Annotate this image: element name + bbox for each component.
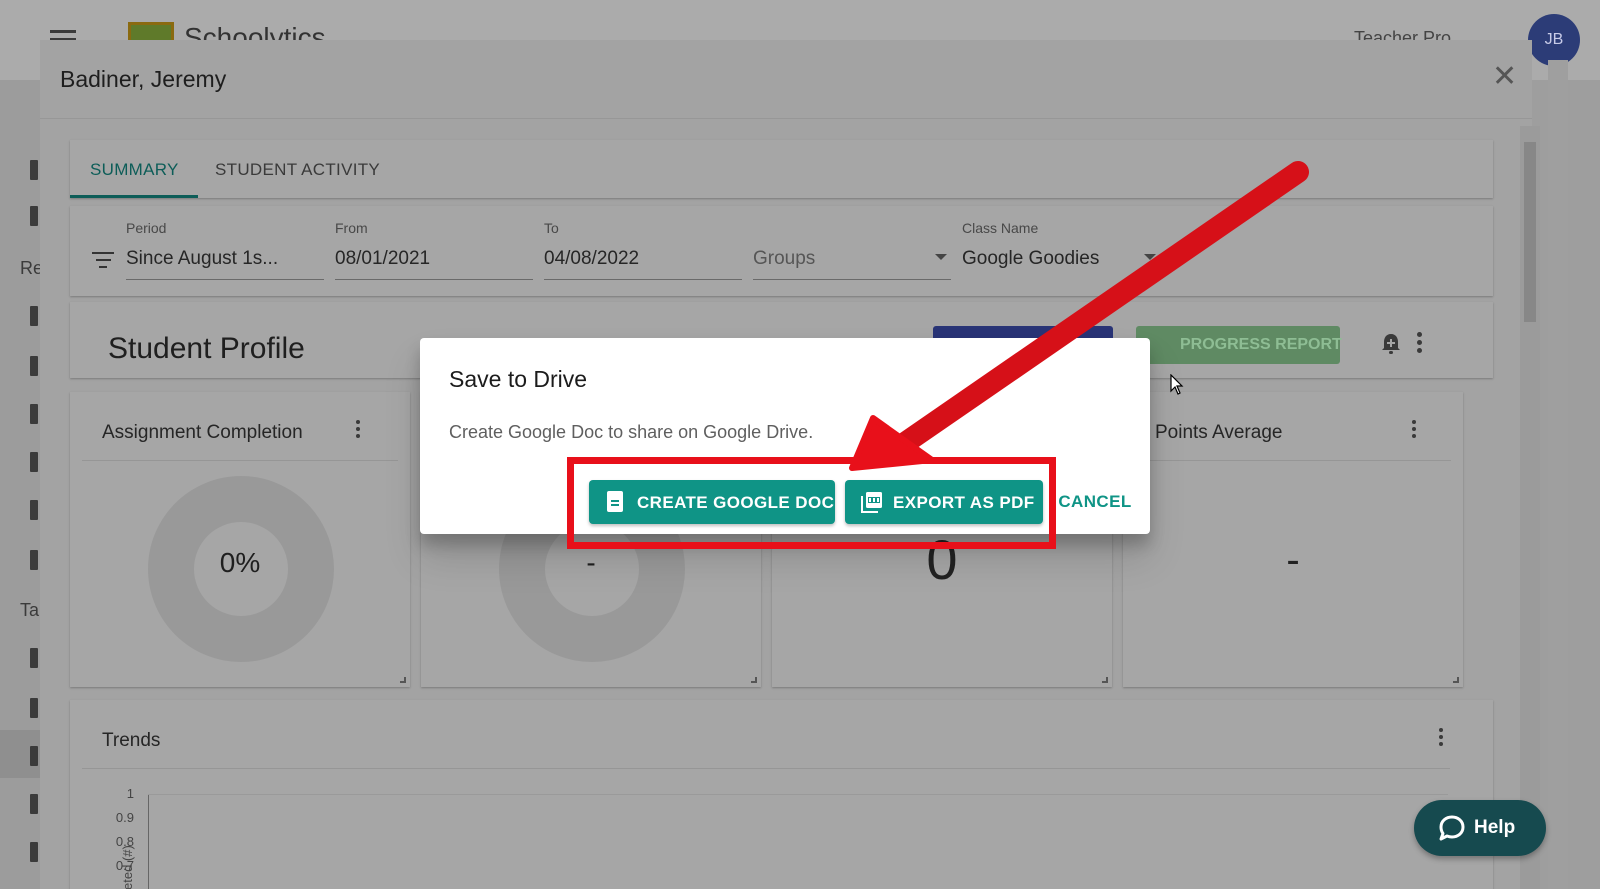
y-tick-label: 0.9 xyxy=(115,810,134,825)
more-vert-icon[interactable] xyxy=(356,420,362,442)
more-vert-icon[interactable] xyxy=(1417,332,1423,354)
chevron-down-icon xyxy=(1144,254,1156,260)
y-axis-label: eted (#) xyxy=(120,845,135,889)
resize-handle[interactable] xyxy=(1102,677,1108,683)
points-average-value: - xyxy=(1286,538,1300,582)
to-date-field[interactable]: To 04/08/2022 xyxy=(544,220,742,280)
card-title: Points Average xyxy=(1155,422,1283,443)
dialog-title: Save to Drive xyxy=(449,366,588,392)
points-average-card: Points Average - xyxy=(1123,392,1463,687)
to-label: To xyxy=(544,220,559,236)
help-label: Help xyxy=(1474,817,1516,838)
rail-nav-icon[interactable] xyxy=(30,206,38,226)
avatar[interactable]: JB xyxy=(1528,14,1580,66)
y-tick-label: 1 xyxy=(126,786,134,801)
dialog-message: Create Google Doc to share on Google Dri… xyxy=(449,422,814,442)
tab-student-activity[interactable]: STUDENT ACTIVITY xyxy=(215,160,380,180)
from-label: From xyxy=(335,220,368,236)
bell-plus-icon[interactable] xyxy=(1380,332,1402,356)
progress-report-button[interactable]: PROGRESS REPORT xyxy=(1136,326,1342,364)
student-name-title: Badiner, Jeremy xyxy=(60,66,227,92)
card-title: Trends xyxy=(102,730,161,751)
from-value: 08/01/2021 xyxy=(335,248,431,269)
divider xyxy=(82,768,1450,769)
rail-nav-icon[interactable] xyxy=(30,746,38,766)
period-value: Since August 1s... xyxy=(126,248,279,269)
y-axis xyxy=(148,794,149,889)
more-vert-icon[interactable] xyxy=(1439,728,1445,750)
rail-nav-icon[interactable] xyxy=(30,648,38,668)
chat-bubble-icon xyxy=(1439,815,1465,841)
rail-nav-icon[interactable] xyxy=(30,842,38,862)
help-button[interactable]: Help xyxy=(1414,800,1546,856)
modal-scrollbar[interactable] xyxy=(1520,126,1540,889)
annotation-highlight-box xyxy=(567,457,1056,549)
divider xyxy=(1135,460,1451,461)
rail-nav-icon[interactable] xyxy=(30,698,38,718)
tab-bar: SUMMARY STUDENT ACTIVITY xyxy=(70,140,1493,198)
rail-nav-icon[interactable] xyxy=(30,452,38,472)
rail-nav-icon[interactable] xyxy=(30,306,38,326)
more-vert-icon[interactable] xyxy=(1412,420,1418,442)
groups-placeholder: Groups xyxy=(753,248,816,269)
filter-bar: Period Since August 1s... From 08/01/202… xyxy=(70,206,1493,296)
class-name-value: Google Goodies xyxy=(962,248,1100,269)
class-name-label: Class Name xyxy=(962,220,1039,236)
rail-section-label: Ta xyxy=(20,600,40,620)
resize-handle[interactable] xyxy=(751,677,757,683)
rail-nav-icon[interactable] xyxy=(30,794,38,814)
page-scrollbar[interactable] xyxy=(1548,60,1568,889)
filter-icon[interactable] xyxy=(92,252,114,268)
resize-handle[interactable] xyxy=(400,677,406,683)
trends-card: Trends 1 0.9 0.8 0.7 eted (#) xyxy=(70,700,1493,889)
student-profile-title: Student Profile xyxy=(108,332,305,365)
divider xyxy=(82,460,398,461)
class-name-select[interactable]: Class Name Google Goodies xyxy=(962,220,1160,280)
completion-value: 0% xyxy=(219,547,261,578)
rail-nav-icon[interactable] xyxy=(30,356,38,376)
left-nav-rail: Re Ta xyxy=(0,80,43,889)
assignment-completion-card: Assignment Completion 0% xyxy=(70,392,410,687)
mouse-cursor-icon xyxy=(1170,374,1184,395)
brand-name: Schoolytics xyxy=(184,22,326,42)
tab-summary[interactable]: SUMMARY xyxy=(90,160,179,180)
stat-value: - xyxy=(586,547,596,578)
scrollbar-thumb[interactable] xyxy=(1524,142,1536,322)
period-label: Period xyxy=(126,220,167,236)
groups-select[interactable]: Groups xyxy=(753,220,951,280)
chevron-down-icon xyxy=(935,254,947,260)
from-date-field[interactable]: From 08/01/2021 xyxy=(335,220,533,280)
rail-nav-icon[interactable] xyxy=(30,404,38,424)
rail-nav-icon[interactable] xyxy=(30,160,38,180)
rail-nav-icon[interactable] xyxy=(30,550,38,570)
close-icon[interactable]: ✕ xyxy=(1492,62,1517,92)
card-title: Assignment Completion xyxy=(102,422,303,443)
grid-line xyxy=(148,794,1448,795)
active-tab-indicator xyxy=(70,195,198,198)
divider xyxy=(40,118,1532,119)
cancel-button[interactable]: CANCEL xyxy=(1052,480,1138,524)
period-select[interactable]: Period Since August 1s... xyxy=(126,220,324,280)
resize-handle[interactable] xyxy=(1453,677,1459,683)
rail-nav-icon[interactable] xyxy=(30,500,38,520)
to-value: 04/08/2022 xyxy=(544,248,640,269)
